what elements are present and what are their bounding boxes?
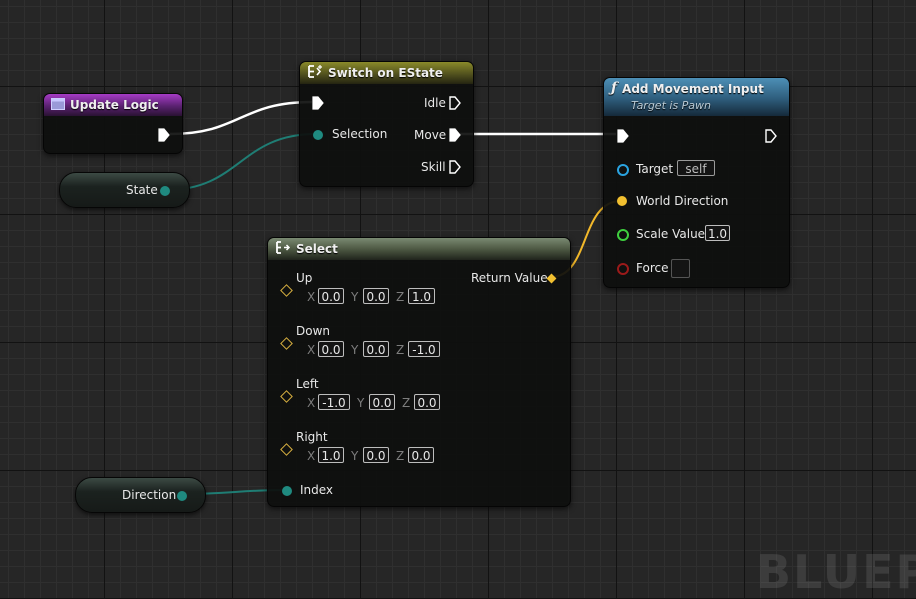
blueprint-watermark: BLUEP [756, 545, 916, 599]
add-movement-header: ƒ Add Movement Input Target is Pawn [604, 78, 789, 116]
add-movement-input-node[interactable]: ƒ Add Movement Input Target is Pawn Targ… [603, 77, 790, 288]
exec-wire-update-to-switch [169, 100, 313, 136]
option-down-pin[interactable] [280, 337, 293, 350]
world-direction-input-pin[interactable] [617, 196, 627, 206]
scale-value-field[interactable]: 1.0 [705, 225, 730, 241]
add-movement-title: Add Movement Input [622, 82, 764, 96]
option-left-label: Left [296, 377, 319, 391]
add-movement-subtitle: Target is Pawn [631, 99, 712, 112]
option-up-x-field[interactable]: 0.0 [318, 288, 344, 304]
exec-out-pin[interactable] [158, 128, 170, 142]
move-exec-out-pin[interactable] [449, 128, 461, 142]
state-variable-node[interactable]: State [59, 172, 190, 208]
switch-exec-in-pin[interactable] [312, 96, 324, 110]
force-input-pin[interactable] [617, 263, 629, 275]
switch-header: Switch on EState [300, 62, 473, 84]
switch-icon [307, 65, 323, 81]
option-up-pin[interactable] [280, 284, 293, 297]
state-output-pin[interactable] [160, 186, 170, 196]
return-value-output-pin[interactable] [546, 273, 557, 284]
direction-variable-label: Direction [122, 488, 177, 502]
option-right-x-axis: X [307, 449, 316, 463]
return-value-label: Return Value [471, 271, 548, 285]
world-direction-label: World Direction [636, 194, 729, 208]
option-left-z-axis: Z [402, 396, 411, 410]
direction-variable-node[interactable]: Direction [75, 477, 206, 513]
skill-exec-out-pin[interactable] [449, 160, 461, 174]
option-right-z-axis: Z [396, 449, 405, 463]
selection-input-pin[interactable] [313, 130, 323, 140]
update-logic-title: Update Logic [70, 98, 159, 112]
target-input-pin[interactable] [617, 164, 629, 176]
option-up-z-axis: Z [396, 290, 405, 304]
option-left-y-axis: Y [357, 396, 365, 410]
target-value-field[interactable]: self [677, 160, 715, 176]
selection-label: Selection [332, 127, 388, 141]
update-logic-header: Update Logic [44, 94, 182, 116]
state-variable-label: State [126, 183, 158, 197]
blueprint-graph-canvas[interactable]: Update Logic State Switch on EState Sele… [0, 0, 916, 599]
option-down-x-axis: X [307, 343, 316, 357]
index-input-pin[interactable] [282, 486, 292, 496]
option-up-x-axis: X [307, 290, 316, 304]
select-header: Select [268, 238, 570, 260]
option-down-z-axis: Z [396, 343, 405, 357]
option-down-y-axis: Y [351, 343, 359, 357]
index-label: Index [300, 483, 334, 497]
scale-value-label: Scale Value [636, 227, 706, 241]
option-down-y-field[interactable]: 0.0 [363, 341, 389, 357]
option-right-y-field[interactable]: 0.0 [363, 447, 389, 463]
function-icon: ƒ [611, 80, 618, 96]
select-title: Select [296, 242, 338, 256]
option-right-x-field[interactable]: 1.0 [318, 447, 344, 463]
option-down-x-field[interactable]: 0.0 [318, 341, 344, 357]
option-up-y-axis: Y [351, 290, 359, 304]
option-up-y-field[interactable]: 0.0 [363, 288, 389, 304]
option-up-z-field[interactable]: 1.0 [408, 288, 435, 304]
force-checkbox[interactable] [671, 259, 690, 278]
option-right-z-field[interactable]: 0.0 [408, 447, 434, 463]
option-up-label: Up [296, 271, 313, 285]
option-right-pin[interactable] [280, 443, 293, 456]
idle-output-label: Idle [424, 96, 446, 110]
event-icon [51, 97, 65, 113]
add-movement-exec-out-pin[interactable] [765, 129, 777, 143]
move-output-label: Move [414, 128, 447, 142]
option-down-label: Down [296, 324, 331, 338]
direction-output-pin[interactable] [177, 491, 187, 501]
select-icon [275, 241, 291, 257]
option-left-z-field[interactable]: 0.0 [414, 394, 440, 410]
idle-exec-out-pin[interactable] [449, 96, 461, 110]
target-label: Target [636, 162, 674, 176]
add-movement-exec-in-pin[interactable] [617, 129, 629, 143]
option-right-label: Right [296, 430, 328, 444]
option-left-x-axis: X [307, 396, 316, 410]
force-label: Force [636, 261, 669, 275]
update-logic-node[interactable]: Update Logic [43, 93, 183, 154]
option-down-z-field[interactable]: -1.0 [408, 341, 440, 357]
switch-title: Switch on EState [328, 66, 443, 80]
option-left-x-field[interactable]: -1.0 [318, 394, 350, 410]
scale-value-input-pin[interactable] [617, 229, 629, 241]
option-right-y-axis: Y [351, 449, 359, 463]
select-node[interactable]: Select Return Value Up X 0.0 Y 0.0 Z 1.0… [267, 237, 571, 507]
option-left-pin[interactable] [280, 390, 293, 403]
option-left-y-field[interactable]: 0.0 [369, 394, 395, 410]
skill-output-label: Skill [421, 160, 446, 174]
switch-on-estate-node[interactable]: Switch on EState Selection Idle Move Ski… [299, 61, 474, 187]
